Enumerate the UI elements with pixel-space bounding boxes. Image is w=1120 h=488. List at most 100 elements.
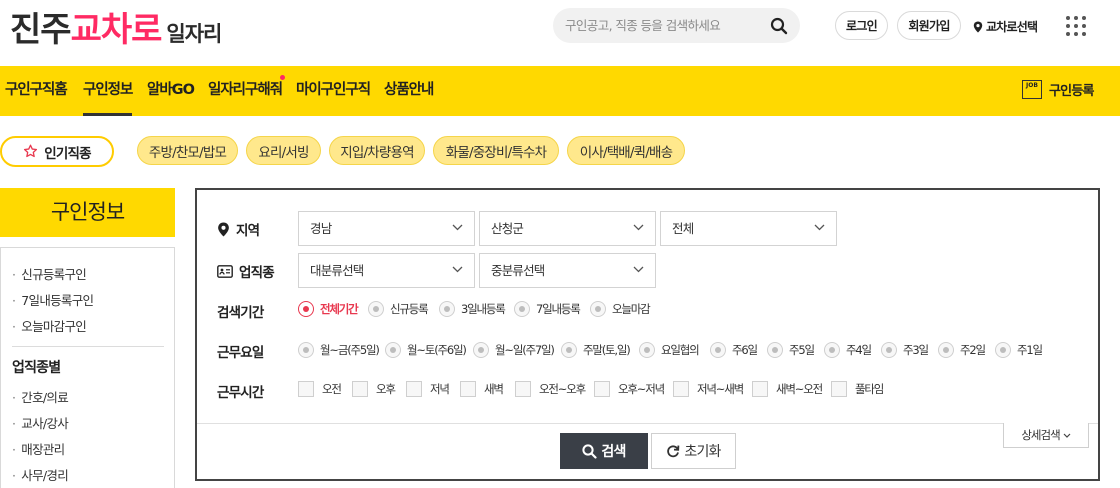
- industry-major-select[interactable]: 대분류선택: [298, 253, 475, 288]
- period-option-new[interactable]: 신규등록: [368, 301, 429, 317]
- worktime-option-label: 오후~저녁: [618, 382, 665, 396]
- workdays-option-2days[interactable]: 주2일: [938, 342, 986, 358]
- location-select-button[interactable]: 교차로선택: [973, 18, 1038, 35]
- workdays-option-label: 월~금(주5일): [320, 343, 380, 357]
- checkbox[interactable]: [752, 381, 768, 397]
- nav-job-info[interactable]: 구인정보: [83, 66, 133, 116]
- detail-search-button[interactable]: 상세검색: [1003, 423, 1089, 448]
- nav-product-info[interactable]: 상품안내: [384, 66, 434, 116]
- checkbox[interactable]: [831, 381, 847, 397]
- nav-my-job[interactable]: 마이구인구직: [296, 66, 371, 116]
- radio[interactable]: [710, 342, 726, 358]
- sidebar-item-teacher[interactable]: 교사/강사: [12, 413, 68, 432]
- popular-jobs-chip[interactable]: 인기직종: [0, 136, 114, 167]
- worktime-option-morning[interactable]: 오전: [298, 381, 342, 397]
- job-register-button[interactable]: JOB 구인등록: [1022, 80, 1094, 99]
- workdays-option-negotiable[interactable]: 요일협의: [639, 342, 700, 358]
- sidebar-item-closing-today[interactable]: 오늘마감구인: [12, 316, 87, 335]
- worktime-option-evening[interactable]: 저녁: [406, 381, 450, 397]
- chevron-down-icon: [814, 224, 825, 231]
- nav-find-job-for-me[interactable]: 일자리구해줘: [208, 66, 283, 116]
- workdays-option-mon-sat[interactable]: 월~토(주6일): [385, 342, 467, 358]
- radio[interactable]: [767, 342, 783, 358]
- nav-alba-go[interactable]: 알바GO: [147, 66, 195, 116]
- radio[interactable]: [824, 342, 840, 358]
- checkbox[interactable]: [298, 381, 314, 397]
- main-navigation: 구인구직홈 구인정보 알바GO 일자리구해줘 마이구인구직 상품안내 JOB 구…: [0, 66, 1120, 116]
- industry-label: 업직종: [217, 261, 275, 281]
- workdays-option-mon-sun[interactable]: 월~일(주7일): [473, 342, 555, 358]
- checkbox[interactable]: [673, 381, 689, 397]
- chip-vehicle-service[interactable]: 지입/차량용역: [329, 136, 425, 165]
- sidebar-item-store-management[interactable]: 매장관리: [12, 439, 65, 458]
- period-option-closing-today[interactable]: 오늘마감: [590, 301, 651, 317]
- worktime-option-morning-afternoon[interactable]: 오전~오후: [515, 381, 586, 397]
- workdays-option-label: 주말(토,일): [583, 343, 631, 357]
- sidebar-item-7days[interactable]: 7일내등록구인: [12, 290, 94, 309]
- radio[interactable]: [473, 342, 489, 358]
- workdays-option-label: 주3일: [903, 343, 929, 357]
- search-icon[interactable]: [770, 17, 788, 35]
- radio[interactable]: [385, 342, 401, 358]
- workdays-option-weekend[interactable]: 주말(토,일): [561, 342, 631, 358]
- workdays-option-5days[interactable]: 주5일: [767, 342, 815, 358]
- checkbox[interactable]: [352, 381, 368, 397]
- search-input[interactable]: [565, 18, 760, 33]
- period-option-all[interactable]: 전체기간: [298, 301, 359, 317]
- chevron-down-icon: [1063, 433, 1071, 438]
- radio[interactable]: [514, 301, 530, 317]
- chip-moving-delivery[interactable]: 이사/택배/퀵/배송: [567, 136, 685, 165]
- region-province-select[interactable]: 경남: [298, 211, 475, 246]
- radio[interactable]: [639, 342, 655, 358]
- worktime-option-afternoon-evening[interactable]: 오후~저녁: [594, 381, 665, 397]
- chip-kitchen[interactable]: 주방/찬모/밥모: [137, 136, 238, 165]
- period-option-label: 7일내등록: [536, 302, 581, 316]
- radio-selected[interactable]: [298, 301, 314, 317]
- radio[interactable]: [590, 301, 606, 317]
- nav-job-home[interactable]: 구인구직홈: [5, 66, 68, 116]
- worktime-option-label: 저녁: [430, 382, 450, 396]
- worktime-option-fulltime[interactable]: 풀타임: [831, 381, 884, 397]
- region-city-select[interactable]: 산청군: [479, 211, 656, 246]
- join-button[interactable]: 회원가입: [897, 11, 961, 40]
- region-province-value: 경남: [310, 221, 332, 236]
- sidebar-item-new[interactable]: 신규등록구인: [12, 264, 87, 283]
- workdays-option-mon-fri[interactable]: 월~금(주5일): [298, 342, 380, 358]
- radio[interactable]: [938, 342, 954, 358]
- industry-minor-select[interactable]: 중분류선택: [479, 253, 656, 288]
- region-district-value: 전체: [672, 221, 694, 236]
- workdays-option-1day[interactable]: 주1일: [995, 342, 1043, 358]
- checkbox[interactable]: [515, 381, 531, 397]
- worktime-option-dawn-morning[interactable]: 새벽~오전: [752, 381, 823, 397]
- panel-divider: [197, 423, 1098, 424]
- chip-freight-heavy[interactable]: 화물/중장비/특수차: [433, 136, 559, 165]
- chip-cooking-serving[interactable]: 요리/서빙: [246, 136, 321, 165]
- site-logo[interactable]: 진주 교차로 일자리: [10, 2, 222, 50]
- radio[interactable]: [881, 342, 897, 358]
- radio[interactable]: [298, 342, 314, 358]
- worktime-option-dawn[interactable]: 새벽: [460, 381, 504, 397]
- workdays-option-4days[interactable]: 주4일: [824, 342, 872, 358]
- radio[interactable]: [368, 301, 384, 317]
- sidebar-item-nursing[interactable]: 간호/의료: [12, 387, 68, 406]
- checkbox[interactable]: [460, 381, 476, 397]
- reset-button[interactable]: 초기화: [651, 433, 736, 469]
- worktime-option-afternoon[interactable]: 오후: [352, 381, 396, 397]
- radio[interactable]: [995, 342, 1011, 358]
- sidebar-title: 구인정보: [0, 188, 175, 237]
- period-option-7days[interactable]: 7일내등록: [514, 301, 581, 317]
- radio[interactable]: [561, 342, 577, 358]
- checkbox[interactable]: [594, 381, 610, 397]
- workdays-option-6days[interactable]: 주6일: [710, 342, 758, 358]
- all-menu-grid-icon[interactable]: [1066, 16, 1086, 36]
- region-district-select[interactable]: 전체: [660, 211, 837, 246]
- worktime-option-evening-dawn[interactable]: 저녁~새벽: [673, 381, 744, 397]
- login-button[interactable]: 로그인: [835, 11, 888, 40]
- sidebar-item-office[interactable]: 사무/경리: [12, 465, 68, 484]
- radio[interactable]: [439, 301, 455, 317]
- period-option-3days[interactable]: 3일내등록: [439, 301, 506, 317]
- search-submit-button[interactable]: 검색: [560, 433, 648, 469]
- checkbox[interactable]: [406, 381, 422, 397]
- workdays-option-3days[interactable]: 주3일: [881, 342, 929, 358]
- workdays-option-label: 주4일: [846, 343, 872, 357]
